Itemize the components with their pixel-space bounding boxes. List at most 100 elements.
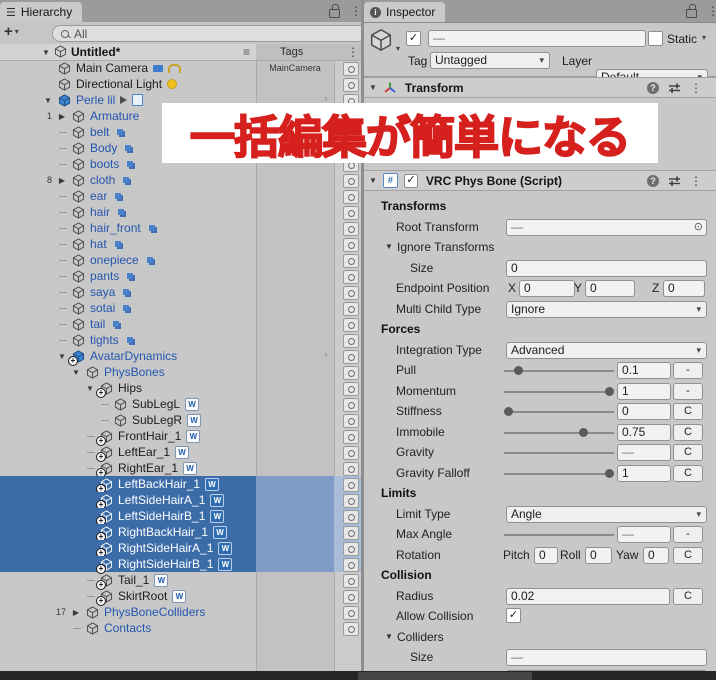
visibility-toggle[interactable] [343, 446, 359, 460]
visibility-toggle[interactable] [343, 238, 359, 252]
presets-icon[interactable] [668, 175, 681, 187]
scene-header-row[interactable]: ▼ Untitled* ≡ [0, 44, 256, 61]
hierarchy-row-saya[interactable]: saya [0, 284, 361, 300]
hierarchy-row-leftsidehairb-1[interactable]: + LeftSideHairB_1 W [0, 508, 361, 526]
slider-track[interactable] [504, 472, 614, 475]
max-angle-slider[interactable] [504, 534, 614, 536]
hierarchy-row-main-camera[interactable]: Main Camera MainCamera [0, 60, 361, 76]
kebab-menu-icon[interactable]: ⋮ [690, 174, 702, 188]
visibility-toggle[interactable] [343, 542, 359, 556]
object-picker-icon[interactable]: ⊙ [694, 220, 703, 235]
foldout-open-icon[interactable]: ▼ [385, 242, 393, 251]
component-checkbox[interactable]: ✓ [403, 173, 418, 188]
hierarchy-row-sotai[interactable]: sotai [0, 300, 361, 316]
visibility-toggle[interactable] [343, 574, 359, 588]
foldout-open-icon[interactable]: ▼ [385, 632, 393, 641]
name-field[interactable]: — [428, 30, 646, 47]
visibility-toggle[interactable] [343, 334, 359, 348]
endpoint-y-field[interactable]: 0 [585, 280, 635, 297]
kebab-menu-icon[interactable]: ⋮ [707, 4, 716, 18]
slider-value-field[interactable]: 0.75 [617, 423, 671, 441]
visibility-toggle[interactable] [343, 590, 359, 604]
kebab-menu-icon[interactable]: ⋮ [350, 4, 361, 18]
visibility-toggle[interactable] [343, 174, 359, 188]
presets-icon[interactable] [668, 82, 681, 94]
visibility-toggle[interactable] [343, 222, 359, 236]
slider-mode-button[interactable]: C [673, 464, 703, 482]
kebab-menu-icon[interactable]: ⋮ [690, 81, 702, 95]
integration-type-dropdown[interactable]: Advanced ▾ [506, 341, 707, 359]
visibility-toggle[interactable] [343, 366, 359, 380]
static-checkbox[interactable] [648, 31, 663, 46]
slider-handle[interactable] [504, 407, 513, 416]
slider-value-field[interactable]: — [617, 444, 671, 461]
endpoint-x-field[interactable]: 0 [519, 280, 575, 297]
slider-mode-button[interactable]: - [673, 382, 703, 400]
foldout-open-icon[interactable]: ▼ [369, 83, 377, 92]
create-object-button[interactable]: + ▾ [4, 23, 19, 40]
hierarchy-row-leftsidehaira-1[interactable]: + LeftSideHairA_1 W [0, 492, 361, 510]
visibility-toggle[interactable] [343, 478, 359, 492]
slider-value-field[interactable]: 0 [617, 403, 671, 420]
radius-field[interactable]: 0.02 [506, 587, 670, 605]
hierarchy-row-hair-front[interactable]: hair_front [0, 220, 361, 236]
visibility-toggle[interactable] [343, 414, 359, 428]
hierarchy-row-rightsidehairb-1[interactable]: + RightSideHairB_1 W [0, 556, 361, 574]
visibility-toggle[interactable] [343, 254, 359, 268]
foldout-open-icon[interactable]: ▼ [85, 384, 95, 393]
max-angle-mode-button[interactable]: - [673, 526, 703, 543]
gameobject-cube-icon[interactable]: ▾ [369, 28, 400, 53]
visibility-toggle[interactable] [343, 302, 359, 316]
hierarchy-row-pants[interactable]: pants [0, 268, 361, 284]
tags-kebab-icon[interactable]: ⋮ [347, 45, 359, 59]
visibility-toggle[interactable] [343, 398, 359, 412]
slider-value-field[interactable]: 1 [617, 464, 671, 482]
slider-handle[interactable] [578, 427, 588, 437]
visibility-toggle[interactable] [343, 558, 359, 572]
tag-dropdown[interactable]: Untagged ▾ [430, 52, 550, 69]
hierarchy-row-physbonecolliders[interactable]: 17 ▶ PhysBoneColliders [0, 604, 361, 620]
hierarchy-row-cloth[interactable]: 8 ▶ cloth [0, 172, 361, 188]
visibility-toggle[interactable] [343, 462, 359, 476]
slider-mode-button[interactable]: C [673, 444, 703, 461]
root-transform-field[interactable]: — ⊙ [506, 218, 707, 236]
hierarchy-row-tail-1[interactable]: + Tail_1 W [0, 572, 361, 590]
visibility-toggle[interactable] [343, 286, 359, 300]
hierarchy-row-tights[interactable]: tights [0, 332, 361, 348]
hierarchy-row-contacts[interactable]: Contacts [0, 620, 361, 636]
chevron-right-icon[interactable]: › [324, 349, 328, 361]
hierarchy-row-sublegl[interactable]: SubLegL W [0, 396, 361, 412]
visibility-toggle[interactable] [343, 382, 359, 396]
hierarchy-row-hat[interactable]: hat [0, 236, 361, 252]
visibility-toggle[interactable] [343, 350, 359, 364]
active-checkbox[interactable]: ✓ [406, 31, 421, 46]
hierarchy-row-directional-light[interactable]: Directional Light [0, 76, 361, 92]
hierarchy-row-tail[interactable]: tail [0, 316, 361, 332]
hierarchy-row-sublegr[interactable]: SubLegR W [0, 412, 361, 428]
slider-mode-button[interactable]: C [673, 403, 703, 420]
visibility-toggle[interactable] [343, 78, 359, 92]
foldout-open-icon[interactable]: ▼ [57, 352, 67, 361]
hierarchy-search-input[interactable]: All [52, 25, 361, 42]
visibility-toggle[interactable] [343, 62, 359, 76]
multi-child-dropdown[interactable]: Ignore ▾ [506, 300, 707, 318]
slider-track[interactable] [504, 390, 614, 393]
lock-icon[interactable] [686, 4, 697, 18]
help-icon[interactable]: ? [647, 174, 659, 187]
rotation-yaw-field[interactable]: 0 [643, 546, 669, 564]
static-caret-icon[interactable]: ▾ [702, 33, 706, 42]
tab-inspector[interactable]: i Inspector [364, 2, 446, 22]
hierarchy-row-hips[interactable]: ▼ + Hips [0, 380, 361, 398]
foldout-open-icon[interactable]: ▼ [369, 176, 377, 185]
slider-mode-button[interactable]: - [673, 362, 703, 379]
physbone-header[interactable]: ▼ # ✓ VRC Phys Bone (Script) ? ⋮ [364, 170, 716, 191]
visibility-toggle[interactable] [343, 510, 359, 524]
rotation-mode-button[interactable]: C [673, 546, 703, 564]
endpoint-z-field[interactable]: 0 [663, 280, 705, 297]
hierarchy-row-hair[interactable]: hair [0, 204, 361, 220]
lock-icon[interactable] [329, 4, 340, 18]
radius-mode-button[interactable]: C [673, 587, 703, 605]
visibility-toggle[interactable] [343, 430, 359, 444]
slider-track[interactable] [504, 411, 614, 413]
foldout-open-icon[interactable]: ▼ [71, 368, 81, 377]
